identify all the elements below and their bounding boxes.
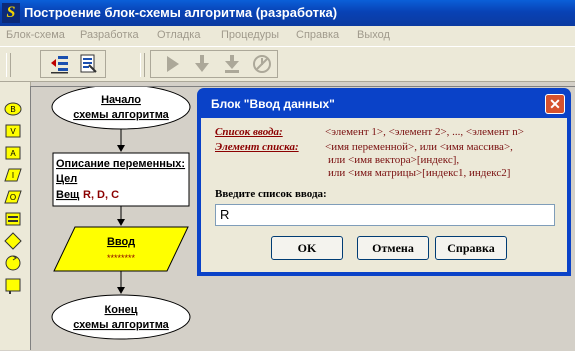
int-type-label: Цел	[56, 173, 77, 185]
step-over-icon[interactable]	[221, 53, 243, 75]
menu-item-debug[interactable]: Отладка	[157, 29, 200, 41]
toolbar-group-edit	[40, 50, 106, 78]
input-block-shape[interactable]	[53, 226, 189, 272]
title-bar: S Построение блок-схемы алгоритма (разра…	[0, 0, 575, 26]
palette-end-block-icon[interactable]	[4, 276, 22, 294]
end-line1: Конец	[105, 304, 138, 316]
toolbar-grip-2[interactable]	[140, 53, 145, 77]
input-data-dialog: Блок "Ввод данных" ✕ Список ввода: <элем…	[197, 88, 571, 276]
menu-item-help[interactable]: Справка	[296, 29, 339, 41]
menu-item-exit[interactable]: Выход	[357, 29, 390, 41]
toolbar	[0, 46, 575, 82]
palette-procedure-block-icon[interactable]	[4, 210, 22, 228]
run-icon[interactable]	[161, 53, 183, 75]
window-title: Построение блок-схемы алгоритма (разрабо…	[24, 5, 338, 20]
end-terminal-shape[interactable]	[51, 294, 191, 340]
menu-item-procedures[interactable]: Процедуры	[221, 29, 279, 41]
real-type-label: Вещ	[56, 189, 80, 201]
svg-text:V: V	[10, 127, 16, 136]
input-list-syntax: <элемент 1>, <элемент 2>, ..., <элемент …	[325, 126, 525, 138]
list-element-label: Элемент списка:	[215, 141, 299, 153]
vars-title: Описание переменных:	[56, 158, 185, 170]
real-vars-list: R, D, C	[83, 189, 119, 201]
input-prompt-label: Введите список ввода:	[215, 188, 327, 200]
input-list-field[interactable]: R	[215, 204, 555, 226]
element-syntax-3: или <имя матрицы>[индекс1, индекс2]	[328, 167, 511, 179]
arrow-1	[117, 145, 125, 152]
palette-var-block-icon[interactable]: V	[4, 122, 22, 140]
dialog-body: Список ввода: <элемент 1>, <элемент 2>, …	[201, 118, 567, 272]
element-syntax-2: или <имя вектора>[индекс],	[328, 154, 460, 166]
palette-output-block-icon[interactable]: O	[4, 188, 22, 206]
ok-button[interactable]: OK	[271, 236, 343, 260]
svg-text:A: A	[10, 149, 16, 158]
end-line2: схемы алгоритма	[73, 319, 169, 331]
stop-icon[interactable]	[251, 53, 273, 75]
block-palette: B V A I O	[0, 82, 31, 350]
arrow-2	[117, 219, 125, 226]
input-block-content: ********	[107, 253, 136, 263]
step-into-icon[interactable]	[191, 53, 213, 75]
close-icon[interactable]: ✕	[545, 94, 565, 114]
toolbar-group-debug	[150, 50, 278, 78]
palette-loop-block-icon[interactable]	[4, 254, 22, 272]
document-icon[interactable]	[77, 53, 99, 75]
menu-bar: Блок-схема Разработка Отладка Процедуры …	[0, 26, 575, 46]
svg-text:I: I	[12, 171, 14, 180]
palette-assign-block-icon[interactable]: A	[4, 144, 22, 162]
palette-begin-block-icon[interactable]: B	[4, 100, 22, 118]
align-blocks-icon[interactable]	[49, 53, 71, 75]
menu-item-flowchart[interactable]: Блок-схема	[6, 29, 65, 41]
svg-text:B: B	[10, 105, 15, 114]
help-button[interactable]: Справка	[435, 236, 507, 260]
toolbar-grip[interactable]	[6, 53, 11, 77]
start-line1: Начало	[101, 94, 141, 106]
element-syntax-1: <имя переменной>, или <имя массива>,	[325, 141, 513, 153]
start-line2: схемы алгоритма	[73, 109, 169, 121]
dialog-title: Блок "Ввод данных"	[211, 97, 335, 111]
palette-decision-block-icon[interactable]	[4, 232, 22, 250]
arrow-3	[117, 287, 125, 294]
input-block-title: Ввод	[107, 236, 135, 248]
app-logo-icon: S	[2, 3, 20, 23]
input-list-label: Список ввода:	[215, 126, 283, 138]
palette-input-block-icon[interactable]: I	[4, 166, 22, 184]
cancel-button[interactable]: Отмена	[357, 236, 429, 260]
svg-text:O: O	[10, 193, 16, 202]
menu-item-development[interactable]: Разработка	[80, 29, 139, 41]
